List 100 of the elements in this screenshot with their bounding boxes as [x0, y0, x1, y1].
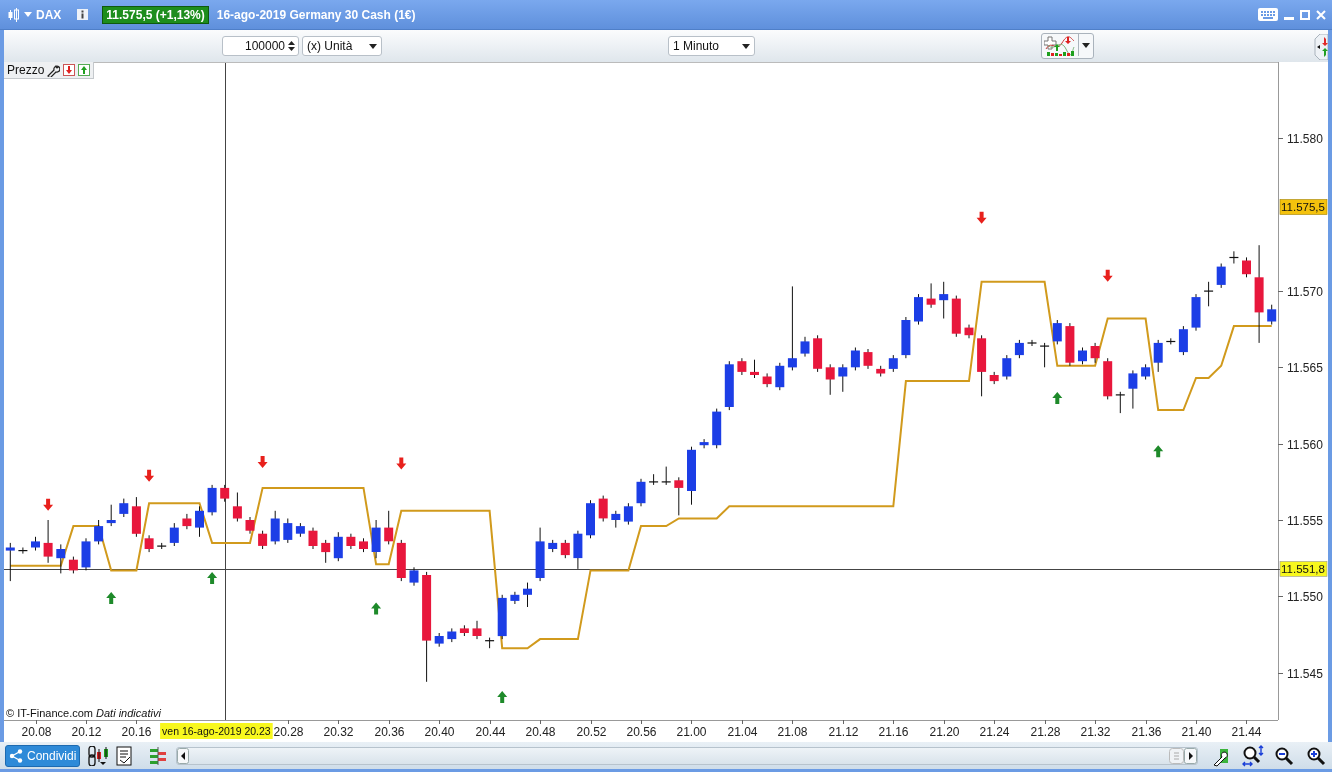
- candlestick: [321, 539, 331, 564]
- candlestick-icon: [8, 7, 20, 22]
- candlestick: [548, 539, 558, 553]
- share-button[interactable]: Condividi: [5, 744, 81, 767]
- candlestick: [674, 476, 684, 516]
- candlestick: [977, 334, 987, 397]
- candlestick: [1267, 304, 1277, 326]
- axis-label: 21.44: [1231, 725, 1262, 739]
- scroll-left-icon[interactable]: [177, 747, 190, 764]
- candlestick: [838, 363, 848, 393]
- close-icon[interactable]: [1316, 9, 1326, 20]
- candlestick: [535, 527, 545, 582]
- candlestick: [1128, 369, 1138, 410]
- candlestick: [951, 295, 961, 338]
- caret-icon: [369, 43, 377, 49]
- candlestick: [68, 556, 78, 574]
- candlestick: [876, 365, 886, 377]
- axis-label: 11.565: [1287, 360, 1323, 375]
- candlestick: [459, 624, 469, 637]
- candlestick: [1166, 337, 1176, 345]
- maximize-icon[interactable]: [1300, 9, 1310, 20]
- candlestick: [510, 591, 520, 605]
- axis-label: 21.24: [979, 725, 1010, 739]
- axis-label: 11.570: [1287, 284, 1323, 299]
- candlestick: [94, 519, 104, 545]
- axis-label: 20.08: [21, 725, 52, 739]
- unit-dropdown[interactable]: (x) Unità: [302, 36, 382, 56]
- wrench-icon[interactable]: [47, 63, 61, 77]
- axis-label: 20.12: [71, 725, 102, 739]
- quantity-field[interactable]: 100000: [222, 36, 299, 56]
- candlestick: [989, 371, 999, 385]
- order-book-icon[interactable]: [148, 745, 169, 766]
- candlestick: [1141, 363, 1151, 380]
- credit-text: © IT-Finance.com Dati indicativi: [6, 707, 161, 719]
- link-candles-icon[interactable]: [86, 745, 111, 766]
- candlestick: [1014, 339, 1024, 359]
- candlestick: [586, 499, 595, 539]
- candlestick: [18, 547, 28, 555]
- info-icon[interactable]: [77, 9, 89, 20]
- candlestick: [1216, 263, 1226, 289]
- axis-label: 20.16: [121, 725, 152, 739]
- candlestick: [964, 324, 974, 339]
- timeframe-dropdown[interactable]: 1 Minuto: [668, 36, 755, 56]
- candlestick: [661, 466, 671, 486]
- candlestick: [611, 510, 621, 529]
- candlestick: [472, 620, 482, 640]
- keyboard-icon[interactable]: [1258, 8, 1278, 21]
- crosshair-price-label: 11.551,8: [1279, 561, 1328, 577]
- candlestick: [560, 539, 570, 559]
- axis-label: 21.16: [878, 725, 909, 739]
- remove-indicator-icon[interactable]: [63, 64, 76, 76]
- candlestick: [31, 536, 40, 551]
- document-icon[interactable]: [116, 745, 135, 766]
- axis-label: 21.04: [727, 725, 758, 739]
- axis-label: 20.44: [475, 725, 506, 739]
- price-badge: 11.575,5 (+1,13%): [102, 5, 209, 24]
- candlestick: [359, 537, 368, 553]
- share-icon: [9, 748, 23, 763]
- axis-label: 21.36: [1131, 725, 1162, 739]
- spinner-icon[interactable]: [287, 39, 296, 53]
- axis-label: 11.560: [1287, 437, 1323, 452]
- candlestick: [371, 519, 381, 559]
- scrollbar[interactable]: [176, 746, 1198, 765]
- scroll-right-icon[interactable]: [1169, 747, 1197, 764]
- candlestick: [232, 492, 242, 522]
- candlestick: [43, 519, 53, 564]
- zoom-fit-icon[interactable]: [1242, 744, 1264, 767]
- candlestick: [863, 348, 873, 370]
- axis-label: 20.28: [273, 725, 304, 739]
- candlestick: [724, 360, 734, 411]
- candlestick: [1178, 325, 1188, 356]
- axis-label: 11.580: [1287, 131, 1323, 146]
- side-panel-tab-icon[interactable]: [1314, 34, 1328, 60]
- candlestick: [144, 534, 154, 553]
- candlestick: [258, 530, 268, 550]
- candlestick: [1090, 342, 1100, 364]
- axis-label: 11.550: [1287, 589, 1323, 604]
- axis-label: 20.32: [323, 725, 354, 739]
- candlestick: [1103, 357, 1113, 400]
- candlestick: [106, 504, 116, 527]
- candlestick: [1040, 342, 1050, 368]
- candlestick: [926, 282, 936, 309]
- candlestick: [497, 594, 507, 640]
- candlestick: [939, 281, 949, 319]
- candlestick: [850, 347, 860, 371]
- indicators-button[interactable]: [1041, 33, 1094, 59]
- candlestick: [5, 542, 15, 582]
- candlestick: [1115, 391, 1125, 414]
- candlestick: [245, 516, 255, 535]
- zoom-in-icon[interactable]: [1306, 745, 1326, 766]
- candlestick: [384, 510, 394, 545]
- candlestick: [598, 495, 608, 522]
- candlestick: [81, 537, 91, 571]
- zoom-out-icon[interactable]: [1274, 745, 1294, 766]
- add-indicator-icon[interactable]: [78, 64, 91, 76]
- candlestick: [157, 542, 167, 550]
- candlestick: [825, 363, 835, 396]
- candlestick: [333, 531, 343, 562]
- candlestick: [623, 502, 633, 526]
- axis-label: 21.40: [1181, 725, 1212, 739]
